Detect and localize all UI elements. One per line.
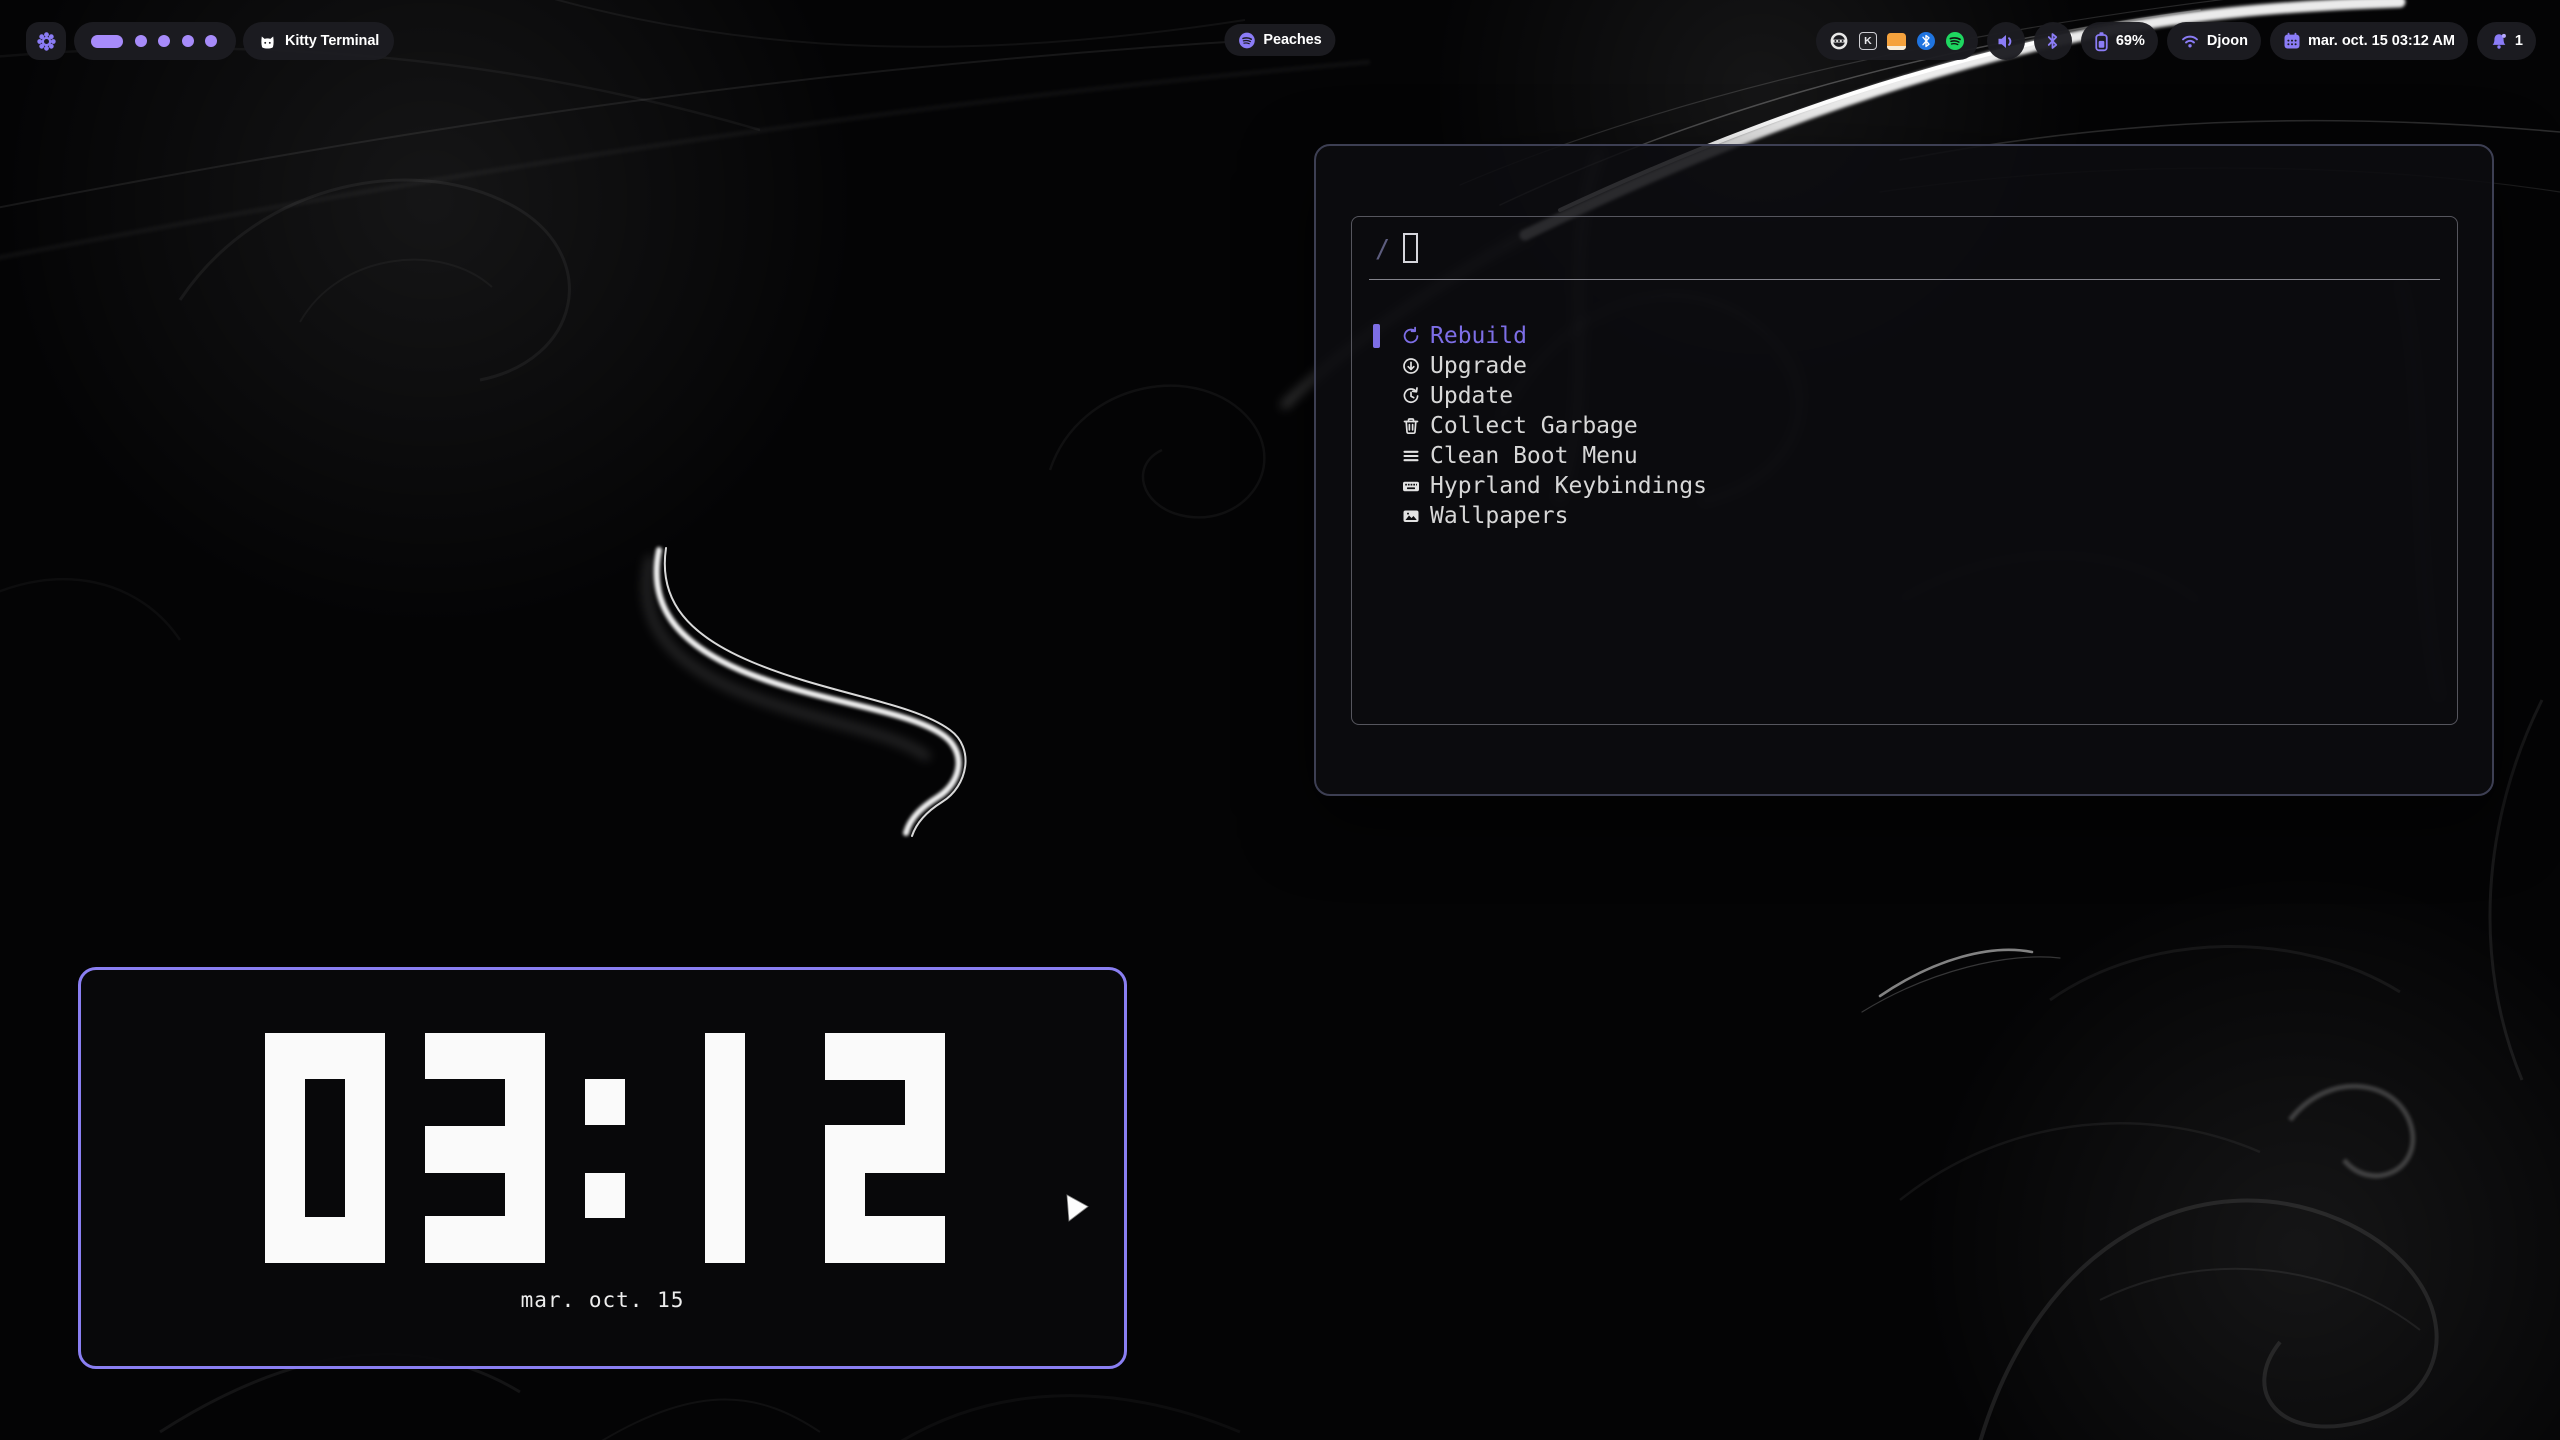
battery-percent: 69% [2116, 33, 2145, 49]
digital-time-display [265, 1033, 945, 1263]
menu-item-label: Wallpapers [1430, 503, 1568, 529]
system-tray: K [1816, 22, 1978, 60]
media-player-pill[interactable]: Peaches [1224, 24, 1335, 56]
workspace-dot-5[interactable] [205, 35, 217, 47]
media-track-label: Peaches [1263, 32, 1321, 48]
speaker-icon [1996, 33, 2015, 50]
menu-item-label: Update [1430, 383, 1513, 409]
launcher-menu-panel: / Rebuild Upgrade [1351, 216, 2458, 725]
volume-button[interactable] [1987, 22, 2025, 60]
workspace-dot-3[interactable] [158, 35, 170, 47]
menu-item-rebuild[interactable]: Rebuild [1352, 321, 2457, 351]
mouse-cursor [1066, 1194, 1090, 1224]
image-icon [1401, 506, 1421, 526]
menu-item-wallpapers[interactable]: Wallpapers [1352, 501, 2457, 531]
menu-item-collect-garbage[interactable]: Collect Garbage [1352, 411, 2457, 441]
menu-list: Rebuild Upgrade Update [1352, 280, 2457, 531]
menu-item-label: Collect Garbage [1430, 413, 1638, 439]
battery-indicator[interactable]: 69% [2081, 22, 2158, 60]
list-icon [1401, 446, 1421, 466]
datetime-indicator[interactable]: mar. oct. 15 03:12 AM [2270, 22, 2468, 60]
folder-icon[interactable] [1887, 31, 1907, 51]
wifi-icon [2180, 33, 2200, 49]
focused-window-label: Kitty Terminal [285, 33, 379, 49]
workspace-indicator [74, 22, 236, 60]
menu-item-label: Clean Boot Menu [1430, 443, 1638, 469]
workspace-active-pill[interactable] [91, 35, 123, 48]
menu-item-label: Rebuild [1430, 323, 1527, 349]
menu-item-upgrade[interactable]: Upgrade [1352, 351, 2457, 381]
cat-icon [258, 32, 277, 51]
network-indicator[interactable]: Djoon [2167, 22, 2261, 60]
focused-window-title[interactable]: Kitty Terminal [243, 22, 394, 60]
workspace-dot-2[interactable] [135, 35, 147, 47]
menu-item-update[interactable]: Update [1352, 381, 2457, 411]
search-input[interactable]: / [1369, 217, 2440, 280]
notifications-indicator[interactable]: 1 [2477, 22, 2536, 60]
search-prompt: / [1375, 234, 1390, 263]
notification-count: 1 [2515, 33, 2523, 49]
arrow-down-circle-icon [1401, 356, 1421, 376]
calendar-icon [2283, 32, 2301, 50]
selection-bar [1373, 324, 1380, 348]
clock-date: mar. oct. 15 [81, 1288, 1124, 1312]
launcher-menu-window: / Rebuild Upgrade [1314, 144, 2494, 796]
topbar-right-cluster: K [1816, 22, 2536, 60]
launcher-button[interactable] [26, 22, 66, 60]
rotate-cw-icon [1401, 326, 1421, 346]
spotify-tray-icon[interactable] [1945, 31, 1965, 51]
clock-widget: mar. oct. 15 [78, 967, 1127, 1369]
bell-icon [2490, 32, 2508, 50]
text-cursor [1403, 233, 1418, 263]
bluetooth-icon [2046, 32, 2059, 50]
bluetooth-button[interactable] [2034, 22, 2072, 60]
network-ssid: Djoon [2207, 33, 2248, 49]
menu-item-label: Upgrade [1430, 353, 1527, 379]
keyboard-icon [1401, 476, 1421, 496]
datetime-label: mar. oct. 15 03:12 AM [2308, 33, 2455, 49]
top-bar: Kitty Terminal Peaches K [0, 0, 2560, 80]
bluetooth-tray-icon[interactable] [1916, 31, 1936, 51]
battery-icon [2094, 31, 2109, 52]
k-app-glyph: K [1859, 32, 1877, 50]
menu-item-label: Hyprland Keybindings [1430, 473, 1707, 499]
menu-item-hyprland-keybindings[interactable]: Hyprland Keybindings [1352, 471, 2457, 501]
trash-icon [1401, 416, 1421, 436]
k-app-icon[interactable]: K [1858, 31, 1878, 51]
gear-flower-icon [35, 30, 58, 53]
workspace-dot-4[interactable] [182, 35, 194, 47]
disc-indicator-icon[interactable] [1829, 31, 1849, 51]
menu-item-clean-boot-menu[interactable]: Clean Boot Menu [1352, 441, 2457, 471]
spotify-icon [1238, 32, 1255, 49]
clock-refresh-icon [1401, 386, 1421, 406]
